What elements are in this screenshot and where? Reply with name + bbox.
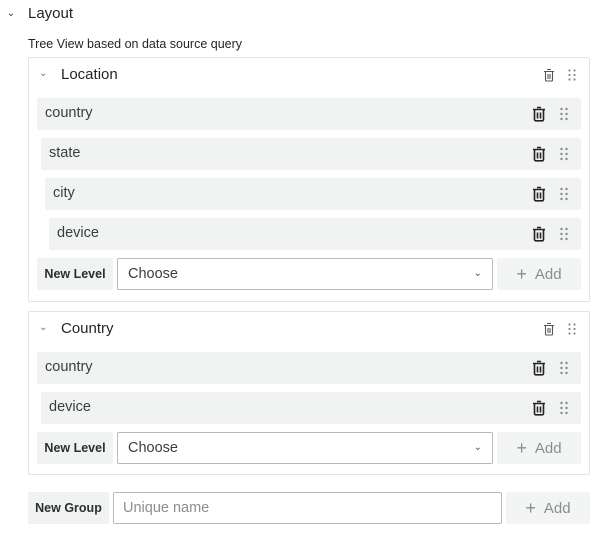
section-description: Tree View based on data source query: [28, 37, 243, 51]
plus-icon: +: [516, 438, 527, 458]
add-level-button[interactable]: + Add: [497, 432, 581, 464]
add-label: Add: [534, 439, 562, 457]
chevron-down-icon[interactable]: ⌄: [39, 68, 47, 79]
new-level-row: New Level Choose ⌄ + Add: [37, 258, 581, 290]
group-country: ⌄ Country country device New Level Choos…: [28, 311, 590, 475]
level-label: country: [45, 105, 93, 121]
level-label: device: [49, 399, 91, 415]
select-value: Choose: [128, 440, 178, 456]
group-header[interactable]: ⌄ Location: [29, 58, 589, 94]
level-label: state: [49, 145, 81, 161]
new-level-select[interactable]: Choose ⌄: [117, 258, 493, 290]
new-level-row: New Level Choose ⌄ + Add: [37, 432, 581, 464]
trash-icon[interactable]: [532, 360, 546, 376]
group-header[interactable]: ⌄ Country: [29, 312, 589, 348]
trash-icon[interactable]: [543, 322, 555, 336]
level-row[interactable]: city: [45, 178, 581, 210]
add-label: Add: [534, 265, 562, 283]
group-location: ⌄ Location country state city device New…: [28, 57, 590, 302]
level-row[interactable]: country: [37, 98, 581, 130]
level-row[interactable]: state: [41, 138, 581, 170]
chevron-down-icon: ⌄: [473, 268, 482, 279]
plus-icon: +: [516, 264, 527, 284]
new-group-row: New Group + Add: [28, 492, 590, 524]
trash-icon[interactable]: [543, 68, 555, 82]
section-title: Layout: [28, 5, 74, 22]
drag-handle-icon[interactable]: [559, 146, 569, 162]
drag-handle-icon[interactable]: [559, 360, 569, 376]
trash-icon[interactable]: [532, 106, 546, 122]
select-value: Choose: [128, 266, 178, 282]
new-group-label: New Group: [28, 492, 109, 524]
level-row[interactable]: country: [37, 352, 581, 384]
drag-handle-icon[interactable]: [559, 106, 569, 122]
drag-handle-icon[interactable]: [559, 226, 569, 242]
plus-icon: +: [525, 498, 536, 518]
new-level-label: New Level: [37, 432, 113, 464]
add-label: Add: [543, 499, 571, 517]
new-group-name-input[interactable]: [113, 492, 502, 524]
drag-handle-icon[interactable]: [567, 322, 577, 336]
add-level-button[interactable]: + Add: [497, 258, 581, 290]
trash-icon[interactable]: [532, 400, 546, 416]
drag-handle-icon[interactable]: [567, 68, 577, 82]
group-title: Location: [61, 66, 118, 83]
new-level-select[interactable]: Choose ⌄: [117, 432, 493, 464]
drag-handle-icon[interactable]: [559, 186, 569, 202]
drag-handle-icon[interactable]: [559, 400, 569, 416]
trash-icon[interactable]: [532, 226, 546, 242]
chevron-down-icon: ⌄: [473, 442, 482, 453]
trash-icon[interactable]: [532, 186, 546, 202]
group-title: Country: [61, 320, 114, 337]
chevron-down-icon[interactable]: ⌄: [39, 322, 47, 333]
level-row[interactable]: device: [41, 392, 581, 424]
add-group-button[interactable]: + Add: [506, 492, 590, 524]
new-level-label: New Level: [37, 258, 113, 290]
level-label: city: [53, 185, 75, 201]
level-label: country: [45, 359, 93, 375]
level-label: device: [57, 225, 99, 241]
chevron-down-icon[interactable]: ⌄: [5, 6, 17, 20]
level-row[interactable]: device: [49, 218, 581, 250]
trash-icon[interactable]: [532, 146, 546, 162]
